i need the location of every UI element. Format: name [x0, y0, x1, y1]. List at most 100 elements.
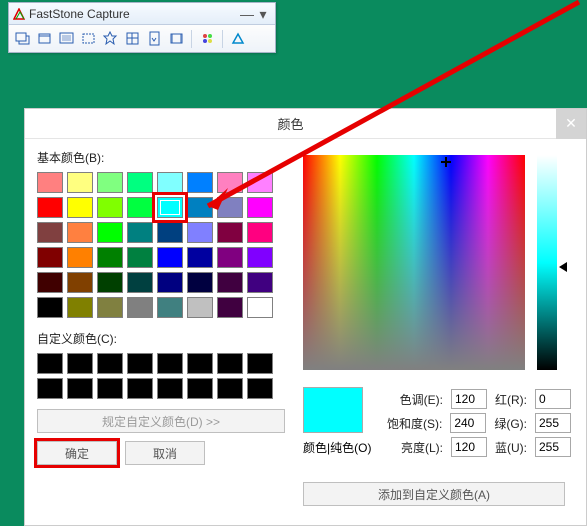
basic-color-swatch[interactable] — [67, 272, 93, 293]
custom-color-swatch[interactable] — [217, 378, 243, 399]
cancel-button[interactable]: 取消 — [125, 441, 205, 465]
basic-color-swatch[interactable] — [37, 197, 63, 218]
custom-color-swatch[interactable] — [37, 378, 63, 399]
basic-color-swatch[interactable] — [157, 172, 183, 193]
basic-color-swatch[interactable] — [217, 272, 243, 293]
basic-colors-label: 基本颜色(B): — [37, 149, 285, 166]
basic-color-swatch[interactable] — [97, 222, 123, 243]
close-button[interactable]: ✕ — [556, 109, 586, 139]
color-preview — [303, 387, 363, 433]
red-label: 红(R): — [495, 391, 527, 408]
basic-color-swatch[interactable] — [127, 197, 153, 218]
capture-scroll-icon[interactable] — [145, 30, 163, 48]
capture-rect-icon[interactable] — [79, 30, 97, 48]
basic-color-swatch[interactable] — [97, 247, 123, 268]
faststone-toolbar — [9, 25, 275, 52]
basic-color-swatch[interactable] — [217, 297, 243, 318]
basic-color-swatch[interactable] — [127, 247, 153, 268]
basic-color-swatch[interactable] — [217, 172, 243, 193]
custom-color-swatch[interactable] — [97, 353, 123, 374]
add-to-custom-button[interactable]: 添加到自定义颜色(A) — [303, 482, 565, 506]
sat-label: 饱和度(S): — [387, 415, 442, 432]
basic-color-swatch[interactable] — [97, 297, 123, 318]
basic-color-swatch[interactable] — [67, 247, 93, 268]
faststone-titlebar[interactable]: FastStone Capture — ▾ — [9, 3, 275, 25]
custom-color-swatch[interactable] — [157, 378, 183, 399]
basic-color-swatch[interactable] — [67, 172, 93, 193]
custom-color-swatch[interactable] — [247, 353, 273, 374]
output-icon[interactable] — [229, 30, 247, 48]
basic-color-swatch[interactable] — [157, 297, 183, 318]
hue-input[interactable] — [451, 389, 487, 409]
basic-color-swatch[interactable] — [67, 297, 93, 318]
basic-color-swatch[interactable] — [247, 247, 273, 268]
custom-color-swatch[interactable] — [67, 378, 93, 399]
capture-window-icon[interactable] — [35, 30, 53, 48]
basic-color-swatch[interactable] — [97, 197, 123, 218]
basic-color-swatch[interactable] — [187, 172, 213, 193]
capture-active-window-icon[interactable] — [13, 30, 31, 48]
basic-color-swatch[interactable] — [127, 172, 153, 193]
basic-color-swatch[interactable] — [157, 272, 183, 293]
capture-fullscreen-icon[interactable] — [57, 30, 75, 48]
basic-color-swatch[interactable] — [157, 197, 183, 218]
capture-video-icon[interactable] — [167, 30, 185, 48]
basic-color-swatch[interactable] — [37, 297, 63, 318]
lum-input[interactable] — [451, 437, 487, 457]
basic-color-swatch[interactable] — [247, 172, 273, 193]
basic-color-swatch[interactable] — [187, 197, 213, 218]
basic-color-swatch[interactable] — [37, 247, 63, 268]
basic-color-swatch[interactable] — [217, 247, 243, 268]
blue-label: 蓝(U): — [495, 439, 527, 456]
basic-color-swatch[interactable] — [187, 297, 213, 318]
basic-color-swatch[interactable] — [127, 222, 153, 243]
minimize-button[interactable]: — — [239, 7, 255, 21]
basic-color-swatch[interactable] — [217, 197, 243, 218]
luminosity-arrow-icon — [559, 262, 567, 272]
basic-color-swatch[interactable] — [247, 297, 273, 318]
green-input[interactable] — [535, 413, 571, 433]
basic-color-swatch[interactable] — [67, 197, 93, 218]
settings-icon[interactable] — [198, 30, 216, 48]
basic-color-swatch[interactable] — [127, 297, 153, 318]
luminosity-slider[interactable] — [537, 155, 557, 370]
custom-color-swatch[interactable] — [157, 353, 183, 374]
basic-color-swatch[interactable] — [247, 222, 273, 243]
blue-input[interactable] — [535, 437, 571, 457]
dropdown-button[interactable]: ▾ — [255, 7, 271, 21]
custom-color-grid — [37, 353, 285, 399]
sat-input[interactable] — [450, 413, 486, 433]
custom-color-swatch[interactable] — [247, 378, 273, 399]
basic-color-swatch[interactable] — [37, 222, 63, 243]
basic-color-swatch[interactable] — [217, 222, 243, 243]
basic-color-swatch[interactable] — [187, 222, 213, 243]
basic-color-swatch[interactable] — [127, 272, 153, 293]
basic-color-swatch[interactable] — [187, 247, 213, 268]
define-custom-button[interactable]: 规定自定义颜色(D) >> — [37, 409, 285, 433]
dialog-titlebar[interactable]: 颜色 ✕ — [25, 109, 586, 139]
custom-color-swatch[interactable] — [127, 353, 153, 374]
custom-color-swatch[interactable] — [187, 353, 213, 374]
faststone-window: FastStone Capture — ▾ — [8, 2, 276, 53]
basic-color-swatch[interactable] — [247, 197, 273, 218]
capture-freehand-icon[interactable] — [101, 30, 119, 48]
custom-color-swatch[interactable] — [127, 378, 153, 399]
basic-color-swatch[interactable] — [157, 247, 183, 268]
basic-color-swatch[interactable] — [37, 172, 63, 193]
basic-color-swatch[interactable] — [97, 272, 123, 293]
basic-color-swatch[interactable] — [157, 222, 183, 243]
basic-color-swatch[interactable] — [247, 272, 273, 293]
custom-color-swatch[interactable] — [67, 353, 93, 374]
custom-color-swatch[interactable] — [97, 378, 123, 399]
custom-color-swatch[interactable] — [187, 378, 213, 399]
basic-color-swatch[interactable] — [187, 272, 213, 293]
capture-fixed-icon[interactable] — [123, 30, 141, 48]
basic-color-swatch[interactable] — [67, 222, 93, 243]
basic-color-swatch[interactable] — [97, 172, 123, 193]
red-input[interactable] — [535, 389, 571, 409]
custom-color-swatch[interactable] — [37, 353, 63, 374]
color-spectrum[interactable] — [303, 155, 525, 370]
basic-color-swatch[interactable] — [37, 272, 63, 293]
ok-button[interactable]: 确定 — [37, 441, 117, 465]
custom-color-swatch[interactable] — [217, 353, 243, 374]
